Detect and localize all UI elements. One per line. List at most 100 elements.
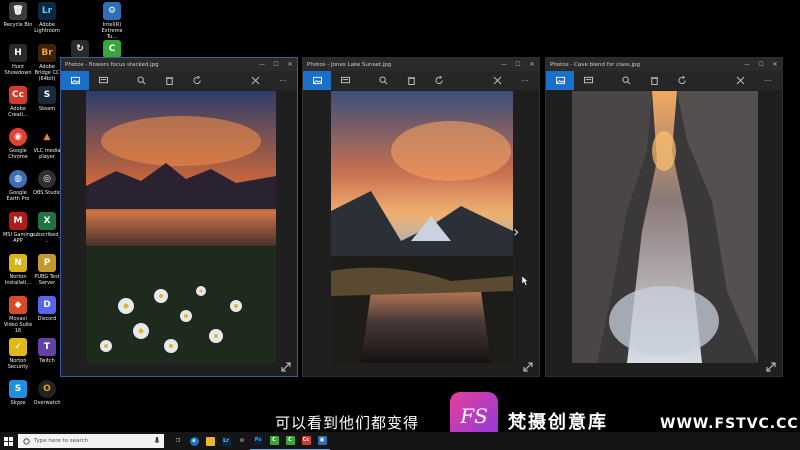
taskbar-search-box[interactable]: Type here to search — [18, 434, 164, 448]
maximize-button[interactable]: ☐ — [754, 61, 768, 68]
slideshow-icon — [583, 76, 593, 84]
camtasia-recorder-button[interactable]: C — [282, 432, 298, 450]
camtasia-icon: C — [285, 436, 295, 445]
lightroom-icon: Lr — [38, 2, 56, 20]
norton-security-shortcut[interactable]: ✓ Norton Security — [2, 338, 34, 370]
zoom-button[interactable] — [127, 71, 155, 90]
more-button[interactable]: ··· — [754, 71, 782, 90]
maximize-button[interactable]: ☐ — [269, 61, 283, 68]
obs-shortcut[interactable]: ◎ OBS Studio — [31, 170, 63, 196]
fullscreen-icon[interactable] — [766, 362, 776, 372]
discord-shortcut[interactable]: D Discord — [31, 296, 63, 322]
minimize-button[interactable]: — — [255, 61, 269, 68]
chrome-shortcut[interactable]: ◉ Google Chrome — [2, 128, 34, 160]
minimize-button[interactable]: — — [740, 61, 754, 68]
delete-button[interactable] — [155, 71, 183, 90]
camtasia-icon: C — [103, 40, 121, 58]
intel-xtu-shortcut[interactable]: ⚙ Intel(R) Extreme Tu... — [96, 2, 128, 40]
more-icon: ··· — [764, 76, 772, 85]
creative-cloud-icon: Cc — [9, 86, 27, 104]
photo-flowers-lake — [86, 91, 276, 363]
edge-button[interactable]: e — [186, 432, 202, 450]
photo-cave — [572, 91, 758, 363]
close-button[interactable]: ✕ — [283, 61, 297, 68]
edit-button[interactable] — [483, 71, 511, 90]
see-all-photos-button[interactable] — [61, 71, 89, 90]
see-all-photos-button[interactable] — [303, 71, 331, 90]
norton-icon: N — [9, 254, 27, 272]
creative-cloud-shortcut[interactable]: Cc Adobe Creati... — [2, 86, 34, 118]
maximize-button[interactable]: ☐ — [511, 61, 525, 68]
start-button[interactable] — [0, 432, 16, 450]
vlc-icon: ▲ — [38, 128, 56, 146]
delete-button[interactable] — [640, 71, 668, 90]
rotate-icon — [192, 76, 201, 85]
lightroom-shortcut[interactable]: Lr Adobe Lightroom — [31, 2, 63, 34]
task-view-button[interactable]: ❐ — [170, 432, 186, 450]
creative-cloud-button[interactable]: Cc — [298, 432, 314, 450]
shortcut-label: Google Earth Pro — [6, 190, 30, 202]
rotate-button[interactable] — [668, 71, 696, 90]
overwatch-shortcut[interactable]: O Overwatch — [31, 380, 63, 406]
close-button[interactable]: ✕ — [768, 61, 782, 68]
zoom-button[interactable] — [369, 71, 397, 90]
see-all-photos-button[interactable] — [546, 71, 574, 90]
camtasia-button[interactable]: C — [266, 432, 282, 450]
shortcut-label: Skype — [10, 400, 26, 406]
msi-gaming-shortcut[interactable]: M MSI Gaming APP — [2, 212, 34, 244]
shortcut-label: subscribed_... — [31, 232, 63, 244]
magnifier-icon — [378, 76, 387, 85]
fullscreen-icon[interactable] — [523, 362, 533, 372]
twitch-shortcut[interactable]: T Twitch — [31, 338, 63, 364]
steam-shortcut[interactable]: S Steam — [31, 86, 63, 112]
recycle-bin-shortcut[interactable]: 🗑 Recycle Bin — [2, 2, 34, 28]
trash-icon — [407, 77, 415, 85]
zoom-button[interactable] — [612, 71, 640, 90]
slideshow-icon — [98, 76, 108, 84]
movavi-icon: ◆ — [9, 296, 27, 314]
shortcut-label: Steam — [38, 106, 56, 112]
google-earth-shortcut[interactable]: ◍ Google Earth Pro — [2, 170, 34, 202]
photoshop-button[interactable]: Ps — [250, 432, 266, 450]
camtasia-shortcut[interactable]: C — [96, 40, 128, 58]
title-bar[interactable]: Photos - Cave blend for class.jpg — ☐ ✕ — [546, 58, 782, 71]
slideshow-button[interactable] — [574, 71, 602, 90]
microphone-icon[interactable] — [154, 437, 160, 445]
slideshow-button[interactable] — [89, 71, 117, 90]
delete-button[interactable] — [397, 71, 425, 90]
lightroom-button[interactable]: Lr — [218, 432, 234, 450]
photos-window-cave[interactable]: Photos - Cave blend for class.jpg — ☐ ✕ … — [545, 57, 783, 377]
title-bar[interactable]: Photos - Jones Lake Sunset.jpg — ☐ ✕ — [303, 58, 539, 71]
creative-cloud-icon: Cc — [301, 436, 311, 445]
more-button[interactable]: ··· — [511, 71, 539, 90]
mail-button[interactable]: ✉ — [234, 432, 250, 450]
minimize-button[interactable]: — — [497, 61, 511, 68]
photos-window-flowers[interactable]: Photos - flowers focus stacked.jpg — ☐ ✕… — [60, 57, 298, 377]
pubg-shortcut[interactable]: P PUBG Test Server — [31, 254, 63, 286]
excel-file-shortcut[interactable]: X subscribed_... — [31, 212, 63, 244]
edit-button[interactable] — [726, 71, 754, 90]
rotate-button[interactable] — [425, 71, 453, 90]
photos-window-sunset[interactable]: Photos - Jones Lake Sunset.jpg — ☐ ✕ ··· — [302, 57, 540, 377]
vlc-shortcut[interactable]: ▲ VLC media player — [31, 128, 63, 160]
photo-jones-lake — [331, 91, 513, 363]
title-bar[interactable]: Photos - flowers focus stacked.jpg — ☐ ✕ — [61, 58, 297, 71]
movavi-shortcut[interactable]: ◆ Movavi Video Suite 16 — [2, 296, 34, 334]
close-button[interactable]: ✕ — [525, 61, 539, 68]
discord-icon: D — [38, 296, 56, 314]
norton-installer-shortcut[interactable]: N Norton Installati... — [2, 254, 34, 286]
shortcut-label: Movavi Video Suite 16 — [3, 316, 33, 334]
edit-button[interactable] — [241, 71, 269, 90]
bridge-shortcut[interactable]: Br Adobe Bridge CC (64bit) — [31, 44, 63, 82]
slideshow-button[interactable] — [331, 71, 359, 90]
skype-shortcut[interactable]: S Skype — [2, 380, 34, 406]
next-photo-arrow-icon[interactable]: › — [513, 222, 519, 241]
more-button[interactable]: ··· — [269, 71, 297, 90]
file-explorer-button[interactable]: ▬ — [202, 432, 218, 450]
hunt-showdown-shortcut[interactable]: H Hunt Showdown — [2, 44, 34, 76]
sync-shortcut[interactable]: ↻ — [64, 40, 96, 58]
image-icon — [555, 76, 565, 85]
fullscreen-icon[interactable] — [281, 362, 291, 372]
photos-app-button[interactable]: ▣ — [314, 432, 330, 450]
rotate-button[interactable] — [183, 71, 211, 90]
